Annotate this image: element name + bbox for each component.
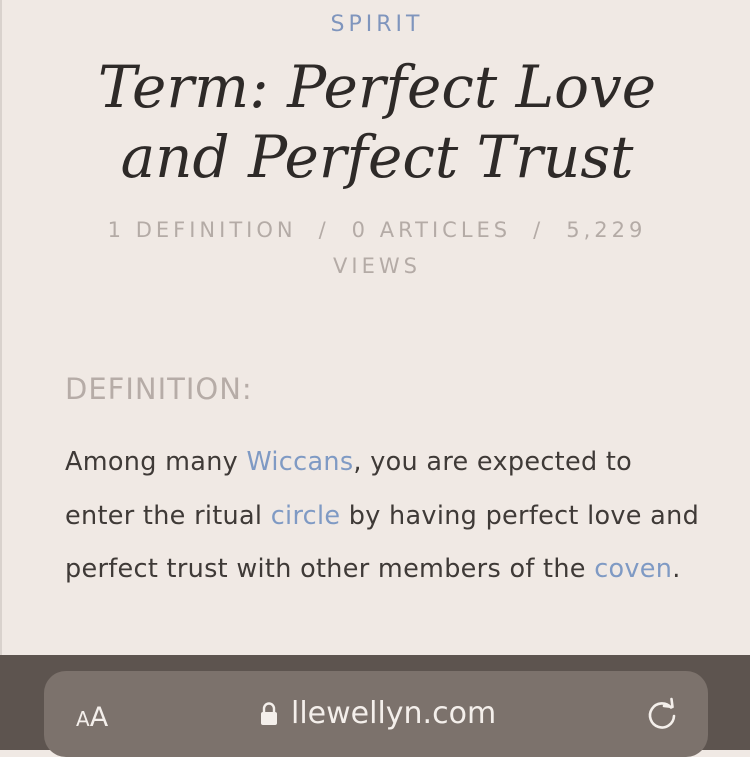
category-label[interactable]: SPIRIT: [2, 12, 750, 37]
definition-text-segment: .: [672, 554, 681, 584]
reload-icon[interactable]: [644, 696, 680, 732]
lock-icon: [261, 702, 277, 725]
link-coven[interactable]: coven: [594, 554, 672, 584]
link-circle[interactable]: circle: [271, 501, 341, 531]
definitions-count: 1 DEFINITION: [107, 218, 297, 242]
stats-separator: /: [533, 218, 545, 242]
text-size-button[interactable]: AA: [76, 702, 108, 733]
page-title: Term: Perfect Love and Perfect Trust: [97, 53, 657, 191]
definition-text-segment: Among many: [65, 447, 247, 477]
definition-text: Among many Wiccans, you are expected to …: [65, 436, 705, 597]
text-size-small-glyph: A: [76, 707, 90, 731]
term-stats: 1 DEFINITION/0 ARTICLES/5,229 VIEWS: [72, 212, 682, 284]
articles-count: 0 ARTICLES: [351, 218, 512, 242]
url-domain[interactable]: llewellyn.com: [291, 696, 496, 731]
definition-heading: DEFINITION:: [65, 372, 253, 406]
link-wiccans[interactable]: Wiccans: [246, 447, 353, 477]
article-page: SPIRIT Term: Perfect Love and Perfect Tr…: [0, 0, 750, 655]
stats-separator: /: [318, 218, 330, 242]
text-size-large-glyph: A: [89, 702, 109, 733]
